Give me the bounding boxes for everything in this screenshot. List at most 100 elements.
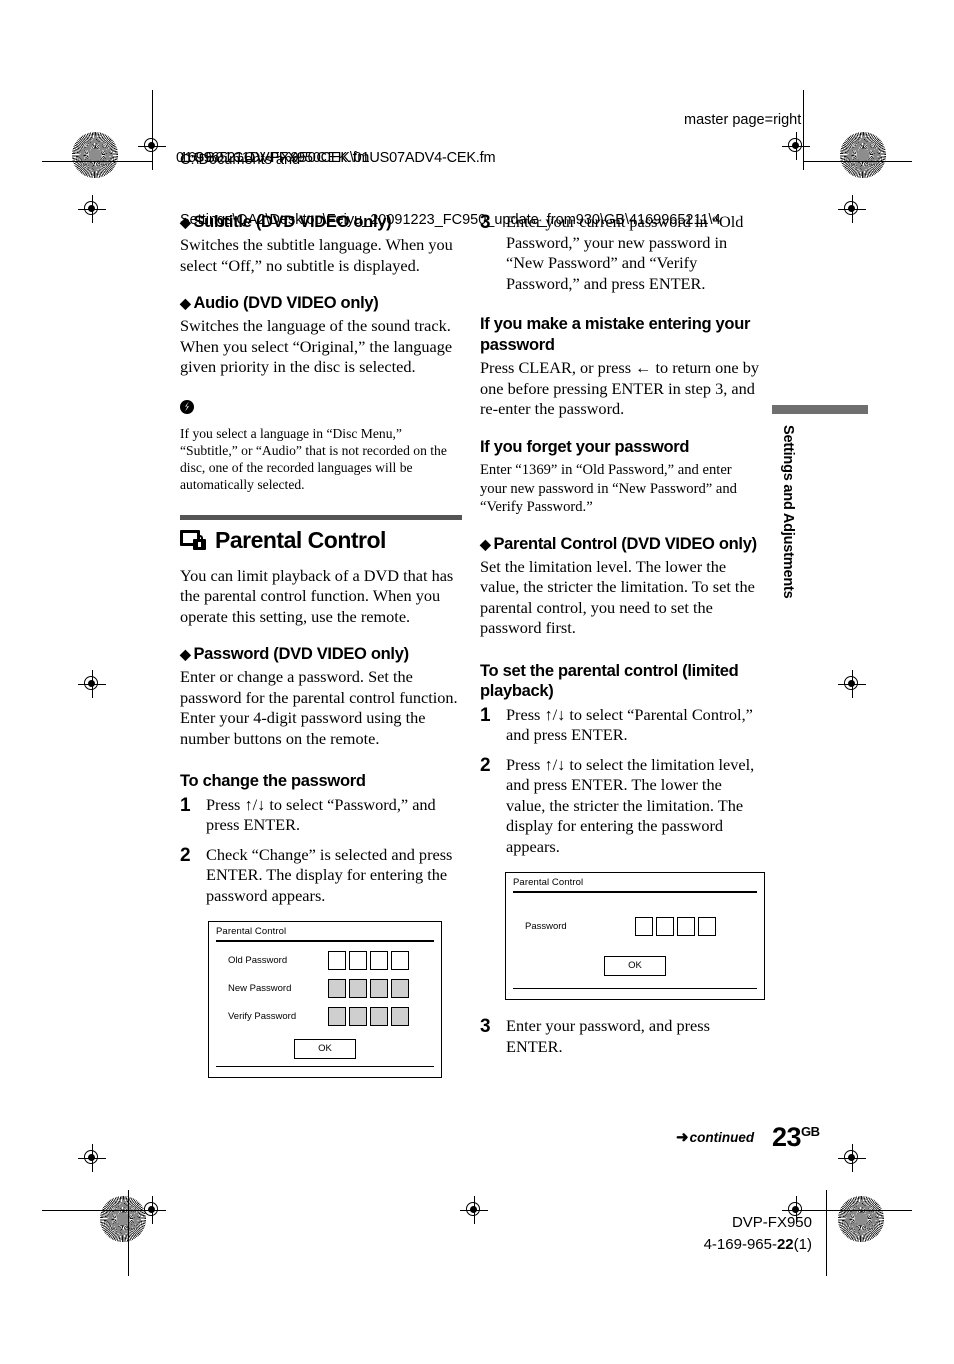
part-number-prefix: 4-169-965- — [703, 1236, 777, 1253]
osd-password-entry-screen: Parental Control Password OK — [505, 872, 765, 1000]
crop-mark-bottom-left-v — [128, 1190, 129, 1276]
manual-page: C:\Documents and Settings\QA2\Desktop\Fe… — [0, 0, 954, 1364]
registration-cross-right-mid — [838, 670, 866, 698]
step-text: Enter your password, and press ENTER. — [506, 1016, 710, 1056]
osd-row-label: Verify Password — [228, 1010, 297, 1022]
step-set-3: 3 Enter your password, and press ENTER. — [480, 1016, 762, 1057]
crop-mark-bottom-left-h — [42, 1210, 152, 1211]
parental-control-option-body: Set the limitation level. The lower the … — [480, 556, 755, 638]
heading-parental-control-option: ◆ Parental Control (DVD VIDEO only) — [480, 534, 762, 554]
step-number: 2 — [480, 754, 491, 776]
digit-box[interactable] — [391, 978, 409, 998]
diamond-bullet-icon: ◆ — [480, 535, 491, 552]
step-number: 1 — [480, 704, 491, 726]
digit-box[interactable] — [635, 916, 653, 936]
osd-row-label: Old Password — [228, 954, 288, 966]
continued-label: continued — [689, 1129, 755, 1145]
page-number-suffix: GB — [801, 1124, 820, 1139]
overlapping-filename-header: 169965211DVPFX950CEK\01US07ADV4-CEK.fm 0… — [176, 148, 596, 168]
section-heading-parental-control: Parental Control — [180, 527, 462, 554]
heading-parental-control-option-label: Parental Control (DVD VIDEO only) — [493, 534, 757, 553]
right-column: 3 Enter your current password in “Old Pa… — [480, 212, 765, 1066]
heading-subtitle: ◆ Subtitle (DVD VIDEO only) — [180, 212, 462, 232]
heading-set-parental-control: To set the parental control (limited pla… — [480, 661, 739, 701]
osd-row-label: New Password — [228, 982, 292, 994]
registration-cross-left-top — [78, 195, 106, 223]
digit-box[interactable] — [677, 916, 695, 936]
registration-cross-right-top — [838, 195, 866, 223]
password-digit-boxes[interactable] — [635, 916, 716, 936]
osd-row-label: Password — [525, 920, 567, 932]
part-number-bold: 22 — [776, 1236, 794, 1253]
digit-box[interactable] — [349, 978, 367, 998]
digit-box[interactable] — [349, 1006, 367, 1026]
step-set-1: 1 Press ↑/↓ to select “Parental Control,… — [480, 705, 762, 746]
digit-box[interactable] — [349, 950, 367, 970]
side-tab-bar — [772, 405, 868, 414]
arrow-right-icon: ➜ — [676, 1129, 689, 1146]
digit-box[interactable] — [370, 978, 388, 998]
page-number-value: 23 — [772, 1122, 802, 1152]
crop-mark-bottom-right-h — [804, 1210, 912, 1211]
model-info: DVP-FX950 4-169-965-22(1) — [704, 1212, 812, 1256]
digit-box[interactable] — [391, 1006, 409, 1026]
digit-box[interactable] — [698, 916, 716, 936]
crop-mark-bottom-right-v — [826, 1190, 827, 1276]
password-digit-boxes[interactable] — [328, 1006, 409, 1026]
part-number-suffix: (1) — [793, 1236, 812, 1253]
osd-change-password-screen: Parental Control Old Password New Passwo… — [208, 921, 442, 1078]
step-set-2: 2 Press ↑/↓ to select the limitation lev… — [480, 755, 762, 858]
digit-box[interactable] — [370, 950, 388, 970]
note-text: If you select a language in “Disc Menu,”… — [180, 425, 447, 492]
osd-title: Parental Control — [216, 926, 287, 937]
crop-mark-top-left-h — [42, 161, 152, 162]
password-digit-boxes[interactable] — [328, 950, 409, 970]
step-change-3: 3 Enter your current password in “Old Pa… — [480, 212, 762, 294]
parental-control-body: You can limit playback of a DVD that has… — [180, 565, 454, 626]
digit-box[interactable] — [328, 950, 346, 970]
digit-box[interactable] — [370, 1006, 388, 1026]
diamond-bullet-icon: ◆ — [180, 646, 191, 662]
model-name: DVP-FX950 — [731, 1214, 812, 1231]
digit-box[interactable] — [656, 916, 674, 936]
overlap-filename-b: 01GB01COV-FX950CEK.fm — [176, 150, 370, 166]
digit-box[interactable] — [328, 978, 346, 998]
crop-mark-top-right-h — [804, 161, 912, 162]
step-change-1: 1 Press ↑/↓ to select “Password,” and pr… — [180, 795, 462, 836]
step-text: Check “Change” is selected and press ENT… — [206, 844, 453, 905]
heading-audio-label: Audio (DVD VIDEO only) — [193, 294, 379, 312]
osd-rows: Old Password New Password Verify Passwor… — [209, 942, 441, 1037]
step-text: Enter your current password in “Old Pass… — [506, 212, 744, 293]
osd-row-verify-password: Verify Password — [216, 1006, 434, 1026]
forgot-password-body: Enter “1369” in “Old Password,” and ente… — [480, 462, 737, 515]
screen-lock-icon — [180, 530, 206, 550]
page-number: 23GB — [772, 1122, 820, 1153]
osd-ok-button[interactable]: OK — [294, 1038, 356, 1059]
password-digit-boxes[interactable] — [328, 978, 409, 998]
digit-box[interactable] — [391, 950, 409, 970]
mistake-body: Press CLEAR, or press ← to return one by… — [480, 358, 760, 418]
step-number: 3 — [480, 1016, 491, 1037]
osd-row-new-password: New Password — [216, 978, 434, 998]
diamond-bullet-icon: ◆ — [180, 295, 191, 311]
part-number: 4-169-965-22(1) — [704, 1234, 812, 1256]
osd-ok-button[interactable]: OK — [604, 955, 666, 976]
registration-cross-top-right — [782, 132, 810, 160]
left-column: ◆ Subtitle (DVD VIDEO only) Switches the … — [180, 212, 462, 1078]
section-heading-label: Parental Control — [215, 526, 386, 553]
digit-box[interactable] — [328, 1006, 346, 1026]
section-rule — [180, 514, 462, 520]
heading-subtitle-label: Subtitle (DVD VIDEO only) — [193, 213, 392, 231]
registration-cross-left-bottom — [78, 1144, 106, 1172]
step-number: 2 — [180, 844, 191, 866]
side-tab-label: Settings and Adjustments — [780, 425, 796, 599]
registration-starburst-top-left — [72, 132, 118, 178]
step-text: Press ↑/↓ to select the limitation level… — [506, 754, 755, 856]
heading-audio: ◆ Audio (DVD VIDEO only) — [180, 293, 462, 313]
osd-row-old-password: Old Password — [216, 950, 434, 970]
crop-mark-top-left-v — [152, 90, 153, 170]
continued-indicator: ➜ continued — [676, 1128, 754, 1146]
heading-mistake: If you make a mistake entering your pass… — [480, 315, 751, 354]
registration-starburst-bottom-right — [838, 1196, 884, 1242]
osd-title: Parental Control — [513, 877, 584, 888]
